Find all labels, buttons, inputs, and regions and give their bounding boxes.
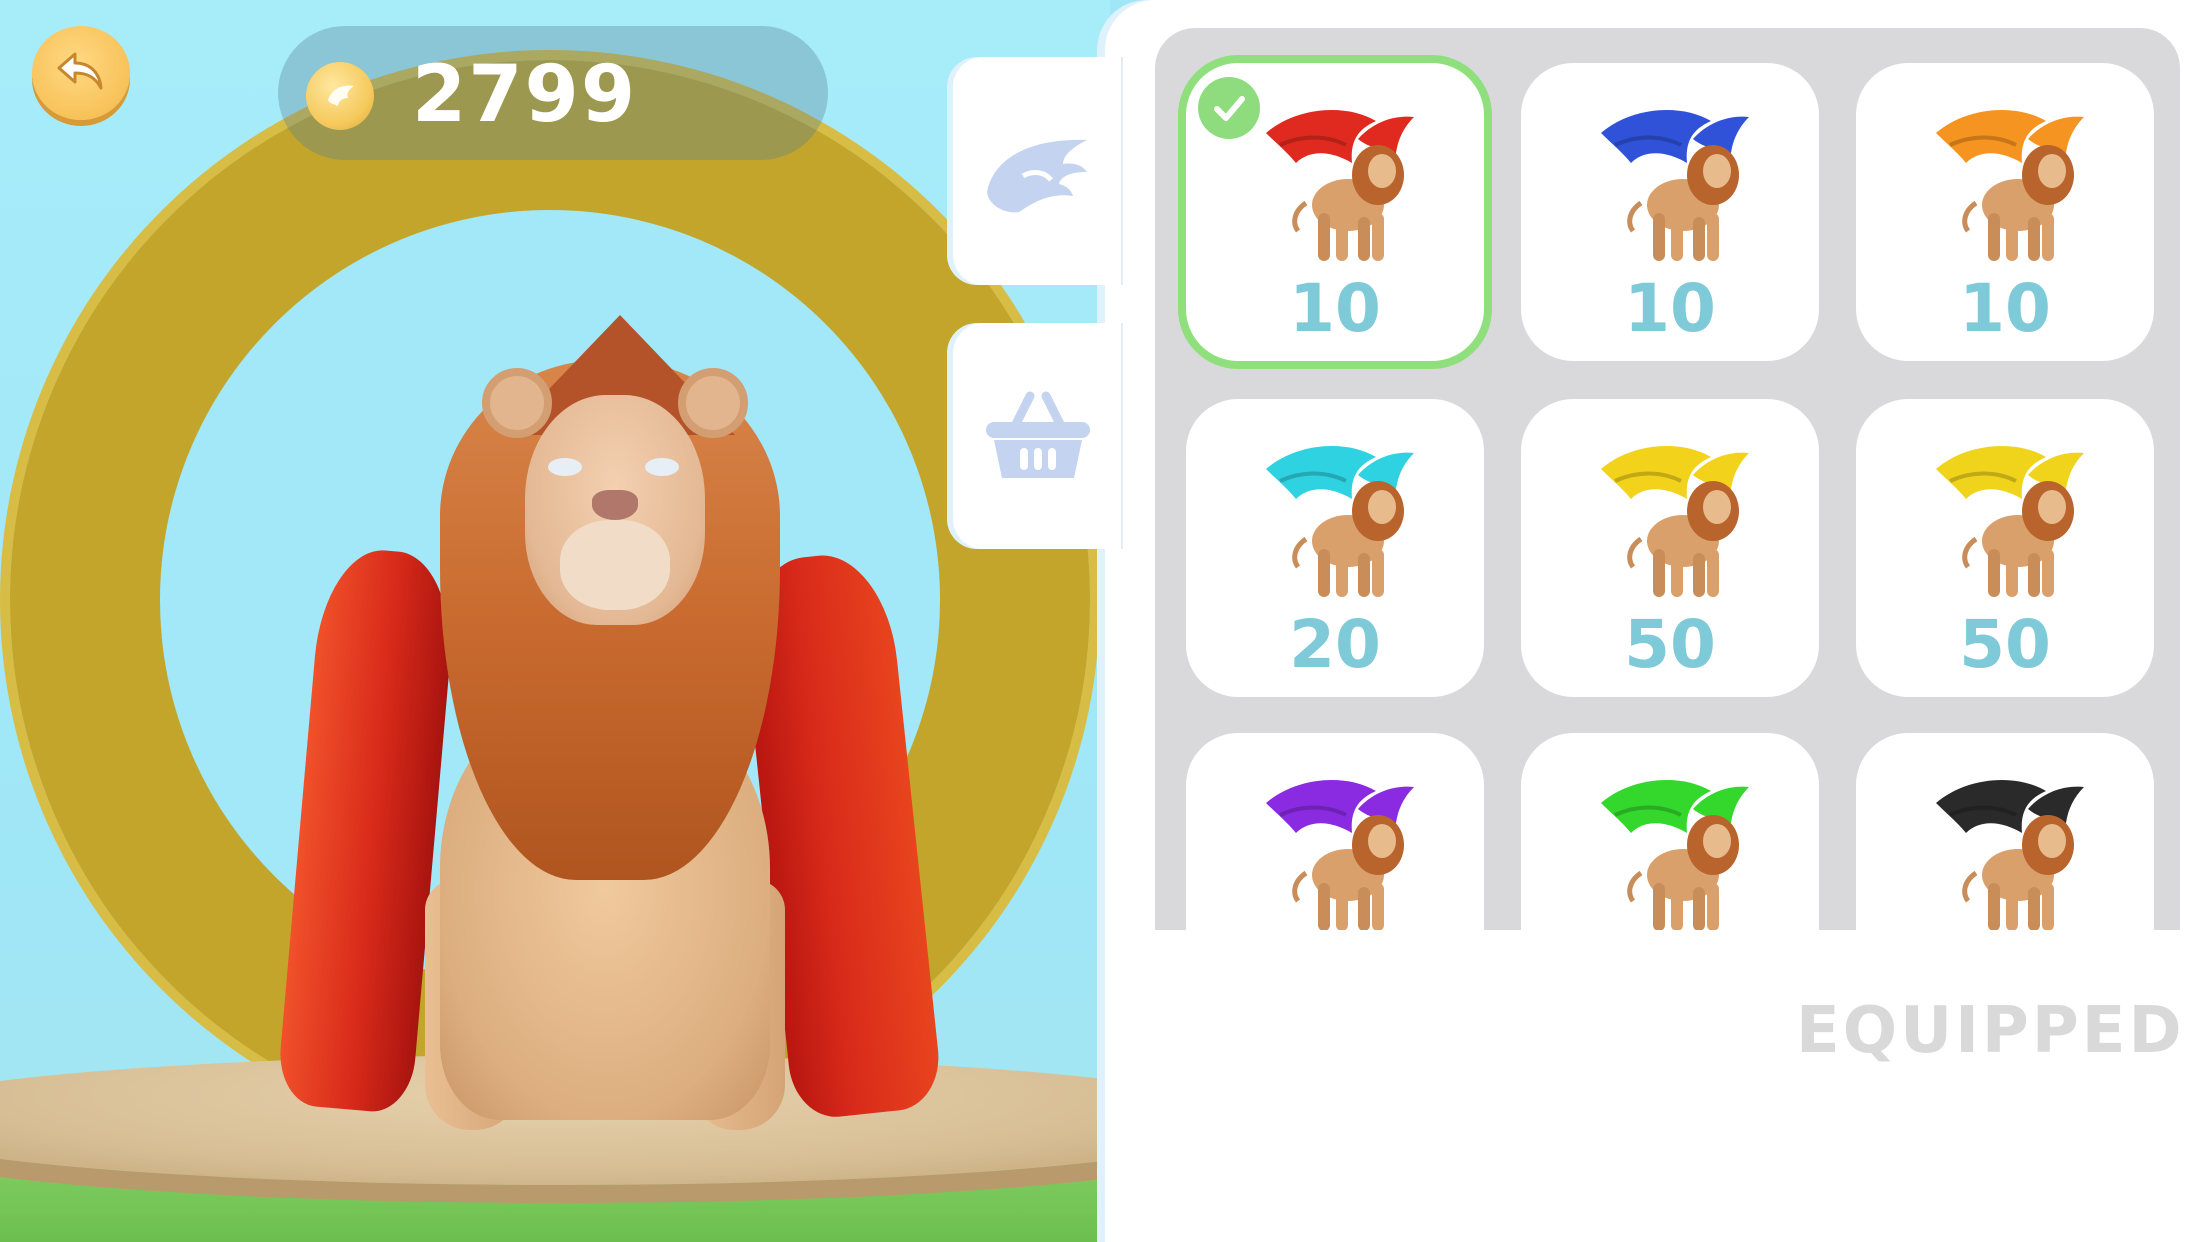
tab-shop[interactable] <box>953 323 1123 549</box>
item-price: 10 <box>1289 270 1381 347</box>
lion-muzzle <box>560 520 670 610</box>
wing-item-card[interactable]: 10 <box>1856 63 2154 361</box>
equipped-check-icon <box>1198 77 1260 139</box>
lion-nose <box>592 490 638 520</box>
item-price: 20 <box>1289 606 1381 683</box>
tab-wings[interactable] <box>953 57 1123 285</box>
lion-ear-right <box>678 368 748 438</box>
lion-ear-left <box>482 368 552 438</box>
coin-count: 2799 <box>412 50 638 140</box>
wing-item-card[interactable] <box>1856 733 2154 930</box>
winged-lion-thumbnail <box>1581 93 1761 273</box>
wing-item-card[interactable]: 20 <box>1186 399 1484 697</box>
wing-item-card[interactable]: 50 <box>1521 399 1819 697</box>
item-price: 10 <box>1959 270 2051 347</box>
winged-lion-thumbnail <box>1916 429 2096 609</box>
wing-item-card[interactable]: 10 <box>1186 63 1484 361</box>
back-button[interactable] <box>32 26 130 120</box>
wing-item-card[interactable]: 10 <box>1521 63 1819 361</box>
wing-item-card[interactable]: 50 <box>1856 399 2154 697</box>
equipped-status-label: EQUIPPED <box>1796 994 2185 1068</box>
item-price: 50 <box>1624 606 1716 683</box>
winged-lion-thumbnail <box>1246 429 1426 609</box>
wing-icon <box>987 139 1087 213</box>
winged-lion-thumbnail <box>1581 763 1761 930</box>
lion-eye-left <box>548 458 582 476</box>
basket-icon <box>986 391 1090 478</box>
lion-eye-right <box>645 458 679 476</box>
back-arrow-icon <box>57 52 103 90</box>
winged-lion-thumbnail <box>1581 429 1761 609</box>
winged-lion-thumbnail <box>1246 93 1426 273</box>
winged-lion-thumbnail <box>1916 763 2096 930</box>
winged-lion-thumbnail <box>1246 763 1426 930</box>
item-price: 50 <box>1959 606 2051 683</box>
item-price: 10 <box>1624 270 1716 347</box>
winged-lion-thumbnail <box>1916 93 2096 273</box>
wing-item-card[interactable] <box>1186 733 1484 930</box>
wing-coin-icon <box>306 62 374 130</box>
wing-item-card[interactable] <box>1521 733 1819 930</box>
lion-preview-scene <box>0 0 1110 1242</box>
